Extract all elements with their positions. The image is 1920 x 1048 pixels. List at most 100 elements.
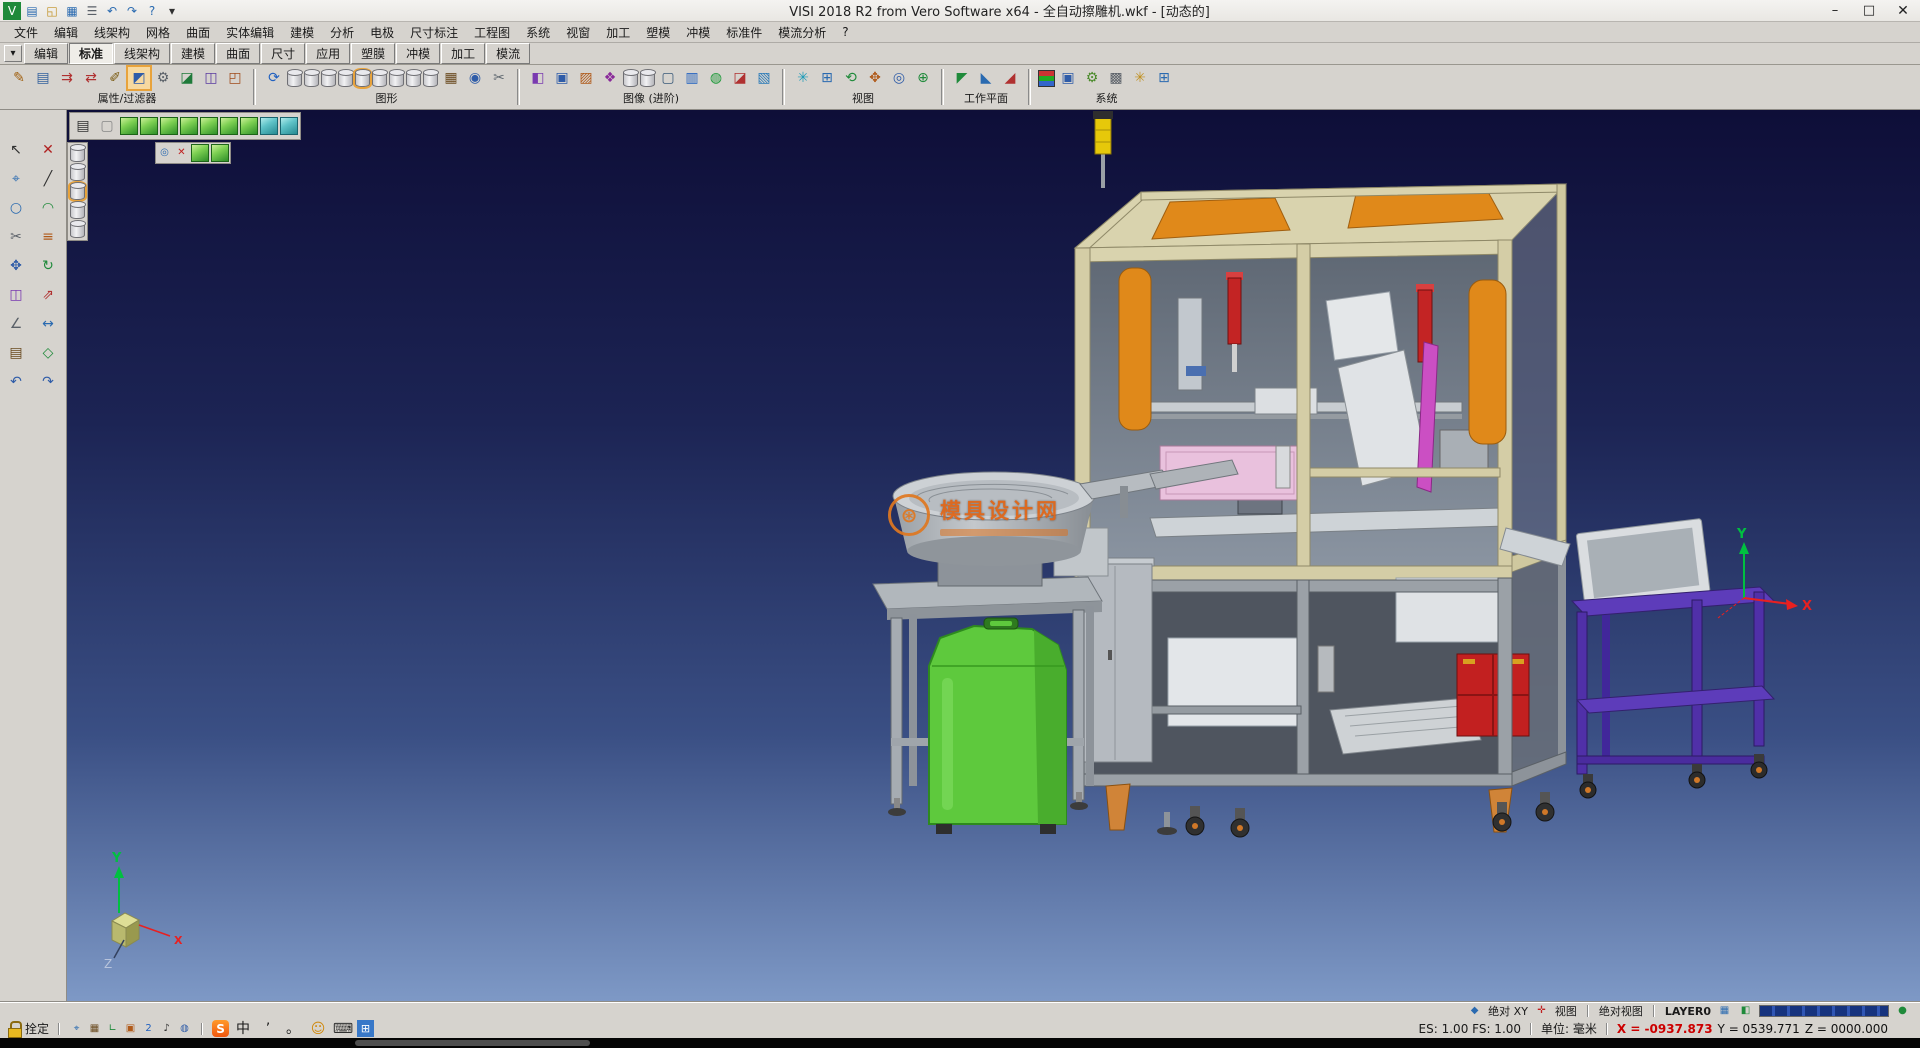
layer-current-icon[interactable]	[355, 70, 370, 87]
point-icon[interactable]: ⌖	[4, 167, 28, 191]
layers-icon[interactable]: ▤	[4, 341, 28, 365]
shading-icon[interactable]: ▥	[681, 67, 703, 89]
lock-icon[interactable]	[8, 1021, 20, 1036]
sound-status-icon[interactable]: ♪	[159, 1021, 174, 1036]
menu-item-14[interactable]: 塑模	[638, 22, 678, 43]
left-view-icon[interactable]	[200, 117, 218, 135]
scale-icon[interactable]: ⇗	[36, 283, 60, 307]
menu-item-1[interactable]: 编辑	[46, 22, 86, 43]
display-settings-icon[interactable]: ▣	[1057, 67, 1079, 89]
image-db2-icon[interactable]	[640, 70, 655, 87]
help-qa-icon[interactable]: ?	[143, 2, 161, 20]
undo-icon[interactable]: ↶	[4, 370, 28, 394]
menu-item-8[interactable]: 电极	[362, 22, 402, 43]
zoom-previous-icon[interactable]: ⊕	[912, 67, 934, 89]
image-capture-icon[interactable]: ▣	[551, 67, 573, 89]
transparency-icon[interactable]: ▢	[657, 67, 679, 89]
undo-qa-icon[interactable]: ↶	[103, 2, 121, 20]
tab-wireframe[interactable]: 线架构	[114, 43, 170, 64]
status-globe-icon[interactable]: ●	[1895, 1004, 1910, 1019]
dimension-icon[interactable]: ↔	[36, 312, 60, 336]
selection-filter-icon[interactable]: ◩	[128, 67, 150, 89]
purge-graphics-icon[interactable]: ✂	[488, 67, 510, 89]
entity-info-icon[interactable]: ▦	[440, 67, 462, 89]
grid-settings-icon[interactable]: ▩	[1105, 67, 1127, 89]
ortho-status-icon[interactable]: ∟	[105, 1021, 120, 1036]
tab-standard[interactable]: 标准	[69, 43, 113, 64]
ime-keyboard-icon[interactable]: ⌨	[332, 1018, 354, 1040]
maximize-button[interactable]: □	[1852, 0, 1886, 21]
ime-period-icon[interactable]: 。	[282, 1018, 304, 1040]
layer-grid-icon[interactable]: ▦	[1717, 1004, 1732, 1019]
absolute-view-label[interactable]: 绝对视图	[1599, 1003, 1643, 1019]
tab-dropdown-icon[interactable]: ▾	[4, 45, 22, 62]
print-icon[interactable]: ☰	[83, 2, 101, 20]
front-view-icon[interactable]	[160, 117, 178, 135]
snap-status-icon[interactable]: ⌖	[69, 1021, 84, 1036]
close-button[interactable]: ✕	[1886, 0, 1920, 21]
filter-lock-icon[interactable]	[70, 221, 85, 238]
attribute-swap-icon[interactable]: ⇄	[80, 67, 102, 89]
attribute-edit-icon[interactable]: ✎	[8, 67, 30, 89]
mini-cube2-icon[interactable]	[211, 144, 229, 162]
top-view-icon[interactable]	[140, 117, 158, 135]
view-close-icon[interactable]: ✕	[174, 146, 189, 161]
menu-item-7[interactable]: 分析	[322, 22, 362, 43]
new-file-icon[interactable]: ▤	[23, 2, 41, 20]
attribute-brush-icon[interactable]: ✐	[104, 67, 126, 89]
menu-item-12[interactable]: 视窗	[558, 22, 598, 43]
menu-item-0[interactable]: 文件	[6, 22, 46, 43]
tab-machining[interactable]: 加工	[441, 43, 485, 64]
filter-solids-icon[interactable]	[70, 183, 85, 200]
arc-icon[interactable]: ◠	[36, 196, 60, 220]
open-file-icon[interactable]: ◱	[43, 2, 61, 20]
profile-status-icon[interactable]: 2	[141, 1021, 156, 1036]
layer-list-icon[interactable]	[287, 70, 302, 87]
grid-status-icon[interactable]: ▦	[87, 1021, 102, 1036]
layer-new-icon[interactable]	[304, 70, 319, 87]
attribute-copy-icon[interactable]: ⇉	[56, 67, 78, 89]
light-settings-icon[interactable]: ✳	[1129, 67, 1151, 89]
menu-item-5[interactable]: 实体编辑	[218, 22, 282, 43]
dynamic-section-icon[interactable]: ◍	[705, 67, 727, 89]
capture-status-icon[interactable]: ▣	[123, 1021, 138, 1036]
view-menu-icon[interactable]: ▤	[72, 115, 94, 137]
lighting-icon[interactable]: ▧	[753, 67, 775, 89]
crosshair-icon[interactable]: ✛	[1534, 1004, 1549, 1019]
workplane-entity-icon[interactable]: ◣	[975, 67, 997, 89]
ime-lang-icon[interactable]: 中	[232, 1018, 254, 1040]
select-icon[interactable]: ↖	[4, 138, 28, 162]
tab-mold[interactable]: 塑膜	[351, 43, 395, 64]
filter-settings-icon[interactable]: ⚙	[152, 67, 174, 89]
database-compress-icon[interactable]	[423, 70, 438, 87]
zoom-window-icon[interactable]: ⊞	[816, 67, 838, 89]
workplane-standard-icon[interactable]: ◤	[951, 67, 973, 89]
tab-dimension[interactable]: 尺寸	[261, 43, 305, 64]
trim-icon[interactable]: ✂	[4, 225, 28, 249]
tab-edit[interactable]: 编辑	[24, 43, 68, 64]
minimize-button[interactable]: –	[1818, 0, 1852, 21]
sogou-logo-icon[interactable]: S	[212, 1020, 229, 1037]
measure-icon[interactable]: ∠	[4, 312, 28, 336]
menu-item-3[interactable]: 网格	[138, 22, 178, 43]
menu-item-2[interactable]: 线架构	[86, 22, 138, 43]
mini-cube1-icon[interactable]	[191, 144, 209, 162]
tab-application[interactable]: 应用	[306, 43, 350, 64]
menu-item-4[interactable]: 曲面	[178, 22, 218, 43]
rotate-view-icon[interactable]: ⟲	[840, 67, 862, 89]
layer-visibility-icon[interactable]	[372, 70, 387, 87]
bottom-view-icon[interactable]	[240, 117, 258, 135]
iso-view-icon[interactable]	[120, 117, 138, 135]
iso-back-view-icon[interactable]	[280, 117, 298, 135]
solid-filter-icon[interactable]: ◰	[224, 67, 246, 89]
info-status-icon[interactable]: ◍	[177, 1021, 192, 1036]
edge-filter-icon[interactable]: ◫	[200, 67, 222, 89]
move-icon[interactable]: ✥	[4, 254, 28, 278]
group-layers-icon[interactable]	[389, 70, 404, 87]
lock-label[interactable]: 拴定	[25, 1020, 49, 1037]
tab-die[interactable]: 冲模	[396, 43, 440, 64]
menu-item-17[interactable]: 模流分析	[770, 22, 834, 43]
snap-icon[interactable]: ◇	[36, 341, 60, 365]
ime-punct-icon[interactable]: ’	[257, 1018, 279, 1040]
render-mode-icon[interactable]: ◧	[527, 67, 549, 89]
